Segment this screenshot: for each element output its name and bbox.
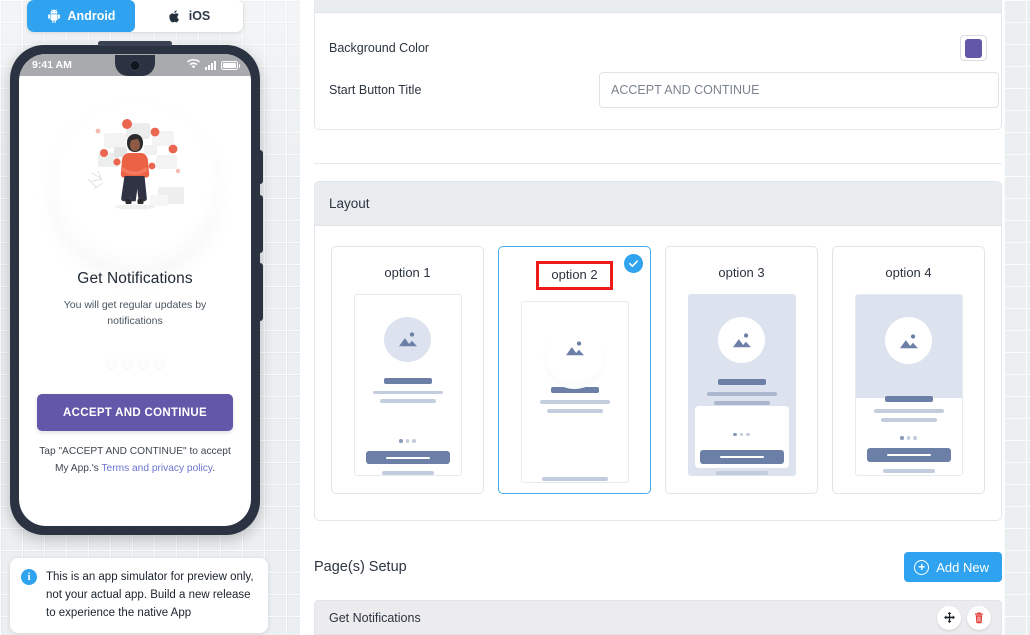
general-settings-card: Background Color Start Button Title [314, 0, 1002, 130]
layout-card: Layout option 1 option 2 option 3 option… [314, 181, 1002, 521]
wifi-icon [187, 58, 200, 72]
phone-notch [115, 55, 155, 76]
plus-circle-icon: + [914, 559, 930, 575]
background-color-picker[interactable] [960, 35, 987, 61]
background-color-label: Background Color [329, 41, 430, 55]
layout-option-2-preview [520, 301, 629, 483]
layout-option-1-preview [353, 294, 462, 476]
layout-card-header: Layout [315, 182, 1001, 226]
image-placeholder-icon [718, 317, 765, 364]
layout-option-4-label: option 4 [885, 265, 932, 280]
status-time: 9:41 AM [32, 59, 72, 71]
preview-page-title: Get Notifications [77, 270, 193, 287]
pagination-dot [121, 357, 133, 368]
layout-option-2-label: option 2 [536, 261, 613, 290]
platform-toggle: Android iOS [27, 0, 243, 32]
cta-mock [866, 447, 951, 462]
layout-option-3-label: option 3 [718, 265, 765, 280]
page-row-actions [937, 605, 991, 630]
terms-note-suffix: . [212, 463, 216, 474]
hero-illustration-wrap [19, 76, 251, 270]
preview-accept-continue-button[interactable]: ACCEPT AND CONTINUE [37, 394, 233, 431]
phone-side-button-3 [260, 263, 263, 321]
preview-page-subtitle: You will get regular updates by notifica… [63, 299, 207, 327]
image-placeholder-icon [384, 317, 431, 362]
phone-preview-frame: 9:41 AM Get Notifications You will get r… [10, 41, 263, 535]
android-icon [47, 9, 61, 23]
table-row[interactable]: Get Notifications [314, 600, 1002, 635]
platform-tab-android[interactable]: Android [27, 0, 135, 32]
background-color-control [599, 35, 987, 61]
layout-option-4[interactable]: option 4 [832, 246, 985, 494]
platform-tab-ios-label: iOS [188, 9, 211, 23]
status-icons [187, 58, 240, 72]
layout-option-1[interactable]: option 1 [331, 246, 484, 494]
battery-icon [221, 60, 240, 70]
apple-icon [168, 9, 182, 24]
section-divider [314, 163, 1002, 164]
pagination-dot [137, 357, 149, 368]
add-new-button-label: Add New [936, 559, 989, 575]
pagination-dot [105, 357, 117, 368]
phone-status-bar: 9:41 AM [19, 54, 251, 76]
app-root: Android iOS 9:41 AM Get Notifications Yo… [0, 0, 1030, 635]
background-grid-edge [1004, 0, 1030, 635]
cta-mock [365, 450, 450, 465]
move-arrows-icon[interactable] [937, 605, 961, 630]
settings-pane: Background Color Start Button Title ACCE… [300, 0, 1030, 635]
terms-privacy-link[interactable]: Terms and privacy policy [101, 463, 212, 474]
start-button-title-row: Start Button Title [329, 69, 999, 111]
start-button-title-control [599, 72, 999, 108]
layout-options: option 1 option 2 option 3 option 4 [315, 226, 1001, 520]
layout-option-1-label: option 1 [384, 265, 431, 280]
layout-option-3-preview [687, 294, 796, 476]
background-color-row: Background Color [329, 27, 987, 69]
start-button-title-input[interactable] [599, 72, 999, 108]
layout-option-4-preview [854, 294, 963, 476]
image-placeholder-icon [543, 324, 606, 389]
page-row-name: Get Notifications [329, 610, 421, 625]
preview-terms-note: Tap "ACCEPT AND CONTINUE" to accept My A… [35, 443, 235, 477]
platform-tab-android-label: Android [67, 9, 116, 23]
layout-option-3[interactable]: option 3 [665, 246, 818, 494]
phone-side-button-1 [260, 150, 263, 184]
notifications-illustration-icon [70, 111, 200, 234]
general-settings-card-body: Background Color Start Button Title [315, 13, 1001, 129]
color-swatch [965, 38, 982, 58]
info-icon: i [21, 569, 37, 585]
trash-icon[interactable] [967, 605, 991, 630]
simulator-notice: i This is an app simulator for preview o… [10, 558, 268, 633]
phone-screen: 9:41 AM Get Notifications You will get r… [19, 54, 251, 526]
selected-check-icon [624, 254, 643, 273]
layout-option-2[interactable]: option 2 [498, 246, 651, 494]
phone-screen-body: Get Notifications You will get regular u… [19, 76, 251, 526]
pagination-dot [153, 357, 165, 368]
cta-mock [699, 450, 784, 465]
general-settings-card-header [315, 0, 1001, 13]
signal-icon [205, 60, 216, 70]
page-setup-title: Page(s) Setup [314, 559, 407, 575]
preview-pane: Android iOS 9:41 AM Get Notifications Yo… [0, 0, 300, 635]
platform-tab-ios[interactable]: iOS [135, 0, 243, 32]
preview-pagination-dots [105, 357, 165, 368]
phone-speaker [98, 41, 172, 46]
simulator-notice-text: This is an app simulator for preview onl… [46, 571, 254, 619]
add-new-button[interactable]: + Add New [904, 552, 1002, 582]
image-placeholder-icon [885, 317, 932, 364]
page-setup-header: Page(s) Setup + Add New [314, 552, 1002, 582]
phone-side-button-2 [260, 195, 263, 253]
start-button-title-label: Start Button Title [329, 83, 422, 97]
